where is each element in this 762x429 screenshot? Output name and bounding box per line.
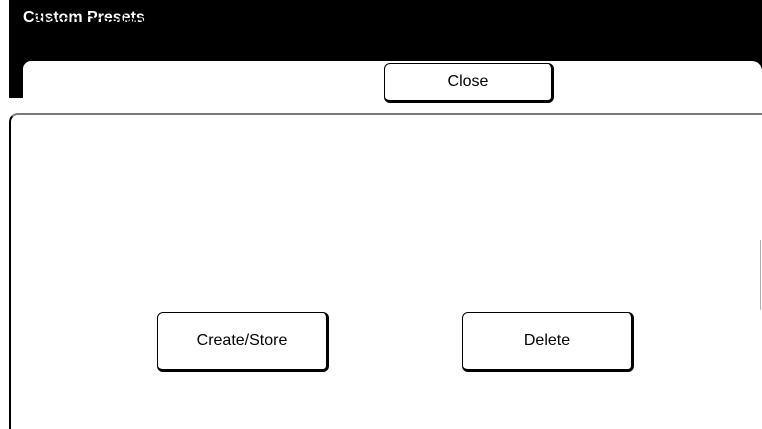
create-store-button[interactable]: Create/Store bbox=[157, 312, 329, 372]
header-label: Stamp Creation/Deletion bbox=[33, 13, 208, 30]
delete-button[interactable]: Delete bbox=[462, 312, 634, 372]
content-panel bbox=[9, 113, 762, 429]
create-store-button-label: Create/Store bbox=[196, 332, 288, 349]
right-edge-line bbox=[760, 240, 761, 310]
close-button[interactable]: Close bbox=[384, 63, 554, 103]
close-button-label: Close bbox=[447, 73, 489, 90]
custom-presets-screen: Custom Presets Stamp Creation/Deletion C… bbox=[0, 0, 762, 429]
delete-button-label: Delete bbox=[523, 332, 571, 349]
header-divider bbox=[30, 113, 762, 115]
